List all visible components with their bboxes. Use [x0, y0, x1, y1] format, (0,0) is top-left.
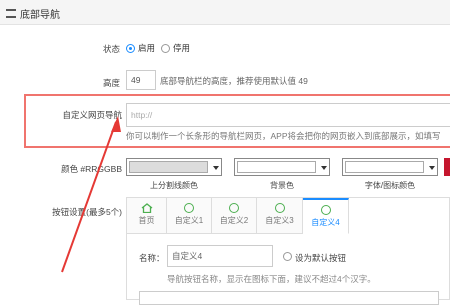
custom-page-url-input[interactable]: http:// — [126, 103, 450, 127]
extra-color-picker[interactable] — [444, 158, 450, 176]
color-label: 颜色 #RRGGBB — [61, 164, 122, 174]
circle-icon — [274, 203, 285, 213]
status-disabled-radio[interactable] — [161, 43, 171, 53]
divider-color-swatch — [129, 161, 208, 173]
button-name-input[interactable]: 自定义4 — [167, 245, 273, 267]
tab-home-label: 首页 — [138, 216, 155, 225]
home-icon — [141, 203, 153, 214]
status-disabled-label: 停用 — [173, 43, 191, 53]
tab-custom-1-label: 自定义1 — [174, 216, 204, 225]
status-enabled-label: 启用 — [138, 43, 156, 53]
section-title: 底部导航 — [20, 10, 60, 21]
circle-icon — [320, 205, 331, 215]
divider-color-picker[interactable] — [126, 158, 222, 176]
set-default-label: 设为默认按钮 — [295, 253, 347, 263]
divider-color-caption: 上分割线颜色 — [150, 181, 198, 190]
custom-page-hint: 你可以制作一个长条形的导航栏网页，APP将会把你的网页嵌入到底部展示，如填写 — [126, 131, 441, 141]
status-enabled-radio[interactable] — [126, 43, 135, 53]
tab-custom-2-label: 自定义2 — [219, 216, 249, 225]
status-label: 状态 — [102, 44, 120, 54]
circle-icon — [229, 203, 239, 213]
button-tabs-panel: 首页 自定义1 自定义2 自定义3 自定义4 名称： 自定义4 设为默认按钮 导… — [126, 197, 450, 305]
chevron-down-icon — [213, 166, 219, 170]
height-label: 高度 — [102, 78, 120, 88]
section-header: 底部导航 — [0, 0, 450, 25]
circle-icon — [184, 203, 194, 213]
next-field-input[interactable] — [139, 291, 439, 305]
status-radio-group: 启用 停用 — [126, 42, 196, 54]
background-color-swatch — [237, 161, 316, 173]
height-input[interactable]: 49 — [126, 70, 156, 90]
font-color-caption: 字体/图标颜色 — [364, 181, 416, 190]
button-name-label: 名称： — [139, 253, 165, 263]
chevron-down-icon — [321, 166, 327, 170]
button-name-hint: 导航按钮名称，显示在图标下面，建议不超过4个汉字。 — [167, 274, 376, 284]
tab-custom-4-label: 自定义4 — [311, 218, 340, 227]
custom-page-label: 自定义网页导航 — [62, 110, 122, 120]
tab-custom-4[interactable]: 自定义4 — [303, 198, 349, 234]
tab-custom-1[interactable]: 自定义1 — [167, 198, 212, 234]
menu-icon — [6, 9, 16, 18]
tab-custom-2[interactable]: 自定义2 — [212, 198, 257, 234]
font-color-picker[interactable] — [342, 158, 438, 176]
background-color-caption: 背景色 — [270, 181, 294, 190]
tab-custom-3[interactable]: 自定义3 — [257, 198, 303, 234]
height-hint: 底部导航栏的高度，推荐使用默认值 49 — [160, 76, 308, 86]
tab-custom-3-label: 自定义3 — [265, 216, 294, 225]
chevron-down-icon — [429, 166, 435, 170]
tab-home[interactable]: 首页 — [127, 198, 167, 234]
background-color-picker[interactable] — [234, 158, 330, 176]
font-color-swatch — [345, 161, 424, 173]
buttons-label: 按钮设置(最多5个) — [52, 207, 122, 217]
set-default-radio[interactable] — [283, 252, 292, 261]
